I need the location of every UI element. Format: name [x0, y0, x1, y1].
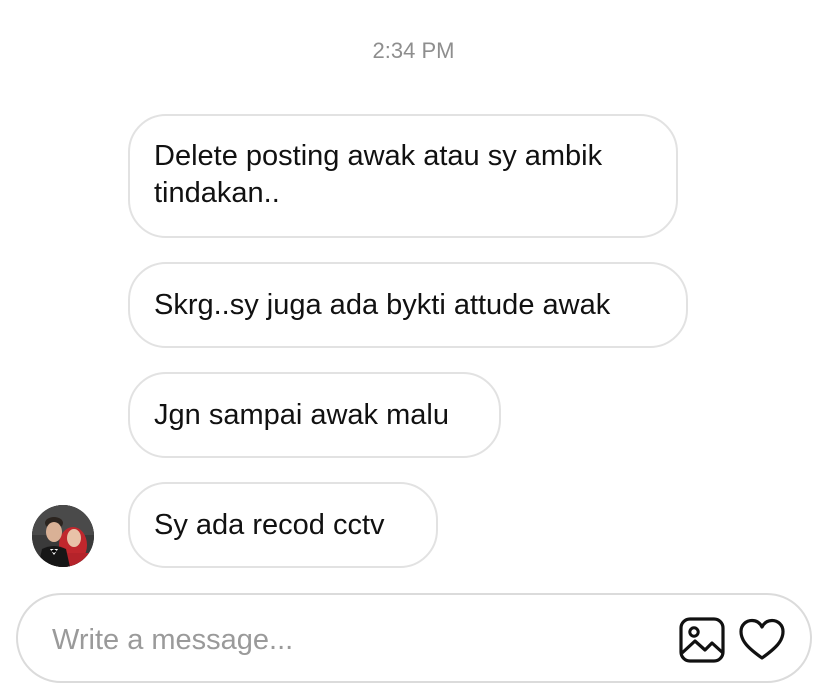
message-bubble[interactable]: Delete posting awak atau sy ambik tindak…	[128, 114, 678, 238]
message-timestamp: 2:34 PM	[372, 38, 455, 63]
image-icon[interactable]	[678, 616, 726, 664]
heart-icon[interactable]	[738, 616, 786, 664]
avatar[interactable]	[32, 505, 94, 567]
message-composer	[16, 593, 812, 683]
message-bubble[interactable]: Jgn sampai awak malu	[128, 372, 501, 458]
message-bubble[interactable]: Sy ada recod cctv	[128, 482, 438, 568]
message-bubble[interactable]: Skrg..sy juga ada bykti attude awak	[128, 262, 688, 348]
message-input[interactable]	[50, 617, 654, 663]
chat-screen: 2:34 PM Delete posting awak atau sy ambi…	[0, 0, 827, 700]
profile-avatar-icon	[32, 505, 94, 567]
